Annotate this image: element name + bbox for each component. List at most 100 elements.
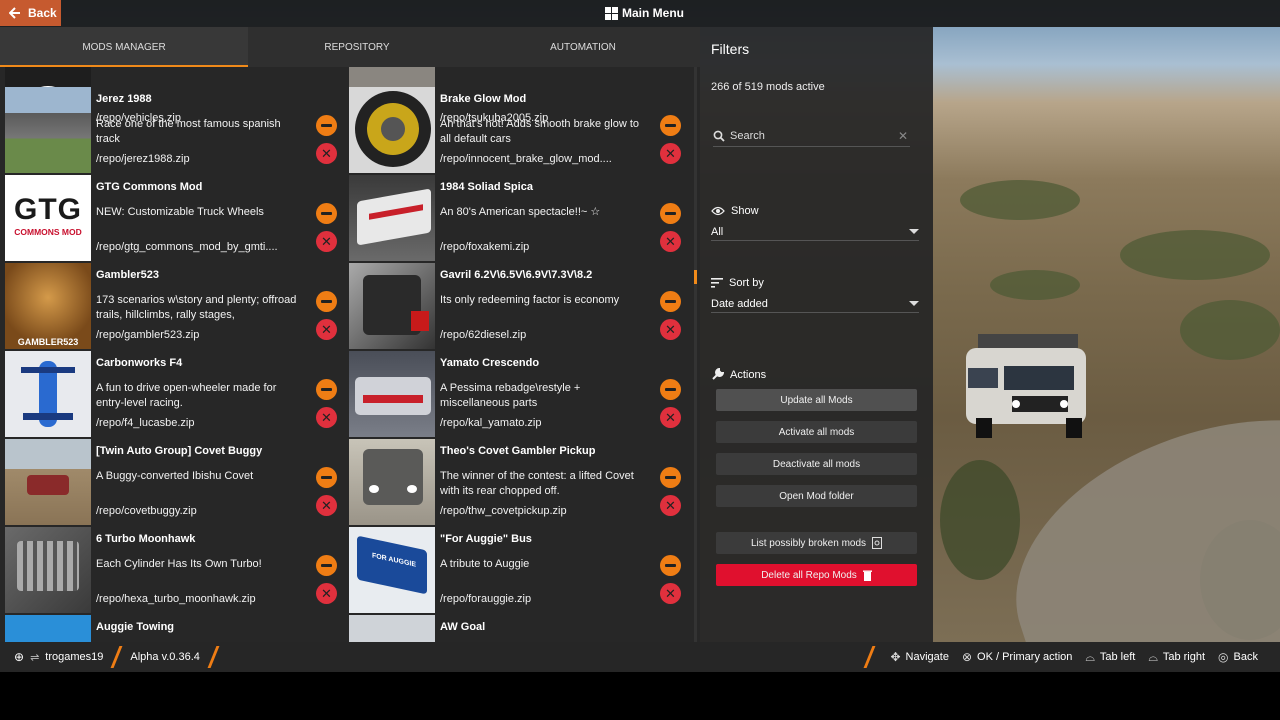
mod-card-carbonworks-f4[interactable]: Carbonworks F4 A fun to drive open-wheel… (0, 351, 340, 439)
mod-card-covet-gambler-pickup[interactable]: Theo's Covet Gambler Pickup The winner o… (344, 439, 684, 527)
main-menu-button[interactable]: Main Menu (605, 0, 684, 26)
delete-mod-button[interactable]: ✕ (316, 231, 337, 252)
delete-mod-button[interactable]: ✕ (660, 407, 681, 428)
user-info: ⊕ ⇌ trogames19 Alpha v.0.36.4 (14, 642, 221, 672)
mod-thumbnail (349, 263, 435, 349)
open-mod-folder-button[interactable]: Open Mod folder (716, 485, 917, 507)
deactivate-mod-button[interactable] (316, 291, 337, 312)
show-label-row: Show (711, 205, 759, 217)
deactivate-mod-button[interactable] (660, 379, 681, 400)
deactivate-mod-button[interactable] (316, 379, 337, 400)
tab-automation[interactable]: AUTOMATION (466, 27, 700, 67)
hint-label: Back (1233, 651, 1258, 663)
delete-mod-button[interactable]: ✕ (316, 319, 337, 340)
deactivate-mod-button[interactable] (316, 467, 337, 488)
actions-label-row: Actions (711, 368, 766, 381)
mod-description: NEW: Customizable Truck Wheels (96, 206, 264, 218)
search-placeholder: Search (730, 129, 765, 142)
deactivate-mod-button[interactable] (316, 203, 337, 224)
mod-card-yamato-crescendo[interactable]: Yamato Crescendo A Pessima rebadge\resty… (344, 351, 684, 439)
hint-ok[interactable]: ⊗ OK / Primary action (962, 650, 1072, 664)
hint-tab-right[interactable]: ⌓ Tab right (1148, 650, 1205, 665)
hint-label: OK / Primary action (977, 651, 1073, 663)
mod-card-auggie-towing[interactable]: Auggie Towing (0, 615, 340, 642)
sort-value: Date added (711, 297, 768, 310)
update-all-mods-button[interactable]: Update all Mods (716, 389, 917, 411)
tab-label: AUTOMATION (550, 41, 616, 53)
deactivate-mod-button[interactable] (660, 467, 681, 488)
mod-description: Its only redeeming factor is economy (440, 294, 620, 306)
sort-label-row: Sort by (711, 277, 764, 289)
mod-card-aw-goal[interactable]: AW Goal (344, 615, 684, 642)
hint-label: Tab left (1099, 651, 1136, 663)
scrollbar-track[interactable] (694, 67, 697, 642)
separator (207, 646, 220, 668)
scrollbar-thumb[interactable] (694, 270, 697, 284)
mod-name: Brake Glow Mod (440, 93, 527, 105)
search-input[interactable]: Search ✕ (713, 125, 910, 147)
delete-mod-button[interactable]: ✕ (316, 407, 337, 428)
sort-select[interactable]: Date added (711, 295, 919, 313)
mod-card-soliad-spica[interactable]: 1984 Soliad Spica An 80's American spect… (344, 175, 684, 263)
mod-thumbnail (5, 351, 91, 437)
activate-all-mods-button[interactable]: Activate all mods (716, 421, 917, 443)
mod-description: 173 scenarios w\story and plenty; offroa… (96, 294, 297, 321)
delete-mod-button[interactable]: ✕ (316, 495, 337, 516)
delete-mod-button[interactable]: ✕ (316, 143, 337, 164)
delete-mod-button[interactable]: ✕ (660, 319, 681, 340)
mod-card-gambler523[interactable]: GAMBLER523 Gambler523 173 scenarios w\st… (0, 263, 340, 351)
list-broken-mods-button[interactable]: List possibly broken mods (716, 532, 917, 554)
delete-mod-button[interactable]: ✕ (316, 583, 337, 604)
back-button[interactable]: Back (0, 0, 61, 26)
mod-thumbnail: FOR AUGGIE (349, 527, 435, 613)
mod-card-jerez-1988[interactable]: Jerez 1988 Race one of the most famous s… (0, 87, 340, 175)
delete-mod-button[interactable]: ✕ (660, 495, 681, 516)
button-label: Update all Mods (780, 394, 853, 406)
deactivate-all-mods-button[interactable]: Deactivate all mods (716, 453, 917, 475)
chevron-down-icon (909, 229, 919, 234)
mod-name: 1984 Soliad Spica (440, 181, 533, 193)
tab-repository[interactable]: REPOSITORY (248, 27, 466, 67)
hint-back[interactable]: ◎ Back (1218, 650, 1258, 664)
mod-path: /repo/covetbuggy.zip (96, 505, 197, 517)
delete-mod-button[interactable]: ✕ (660, 143, 681, 164)
username: trogames19 (45, 651, 104, 663)
mod-name: Gavril 6.2V\6.5V\6.9V\7.3V\8.2 (440, 269, 593, 281)
button-label: Delete all Repo Mods (761, 569, 857, 581)
hint-navigate[interactable]: ✥ Navigate (890, 650, 948, 664)
delete-all-repo-mods-button[interactable]: Delete all Repo Mods (716, 564, 917, 586)
button-label: Activate all mods (778, 426, 855, 438)
filters-title: Filters (711, 41, 750, 57)
mod-path: /repo/thw_covetpickup.zip (440, 505, 567, 517)
tab-mods-manager[interactable]: MODS MANAGER (0, 27, 248, 67)
deactivate-mod-button[interactable] (660, 115, 681, 136)
mod-thumbnail (349, 615, 435, 642)
mod-card-gtg-commons[interactable]: GTG COMMONS MOD GTG Commons Mod NEW: Cus… (0, 175, 340, 263)
mod-description: Ah that's hot! Adds smooth brake glow to… (440, 118, 639, 145)
hint-label: Navigate (905, 651, 949, 663)
close-icon[interactable]: ✕ (898, 129, 908, 143)
search-icon (713, 130, 725, 142)
deactivate-mod-button[interactable] (316, 555, 337, 576)
main-menu-label: Main Menu (622, 6, 684, 20)
separator (864, 646, 876, 668)
delete-mod-button[interactable]: ✕ (660, 231, 681, 252)
delete-mod-button[interactable]: ✕ (660, 583, 681, 604)
deactivate-mod-button[interactable] (660, 203, 681, 224)
hint-tab-left[interactable]: ⌓ Tab left (1085, 650, 1135, 665)
deactivate-mod-button[interactable] (316, 115, 337, 136)
mods-panel: MODS MANAGER REPOSITORY AUTOMATION /repo… (0, 27, 700, 642)
mod-card-covet-buggy[interactable]: [Twin Auto Group] Covet Buggy A Buggy-co… (0, 439, 340, 527)
mod-card-brake-glow[interactable]: Brake Glow Mod Ah that's hot! Adds smoot… (344, 87, 684, 175)
deactivate-mod-button[interactable] (660, 291, 681, 312)
mod-card-gavril-diesel[interactable]: Gavril 6.2V\6.5V\6.9V\7.3V\8.2 Its only … (344, 263, 684, 351)
mod-card-for-auggie-bus[interactable]: FOR AUGGIE "For Auggie" Bus A tribute to… (344, 527, 684, 615)
dpad-icon: ✥ (890, 650, 901, 664)
show-select[interactable]: All (711, 223, 919, 241)
tab-label: MODS MANAGER (82, 41, 166, 53)
mod-card-6-turbo-moonhawk[interactable]: 6 Turbo Moonhawk Each Cylinder Has Its O… (0, 527, 340, 615)
mod-name: Auggie Towing (96, 621, 175, 633)
deactivate-mod-button[interactable] (660, 555, 681, 576)
mod-description: A fun to drive open-wheeler made for ent… (96, 382, 277, 409)
mod-name: "For Auggie" Bus (440, 533, 532, 545)
